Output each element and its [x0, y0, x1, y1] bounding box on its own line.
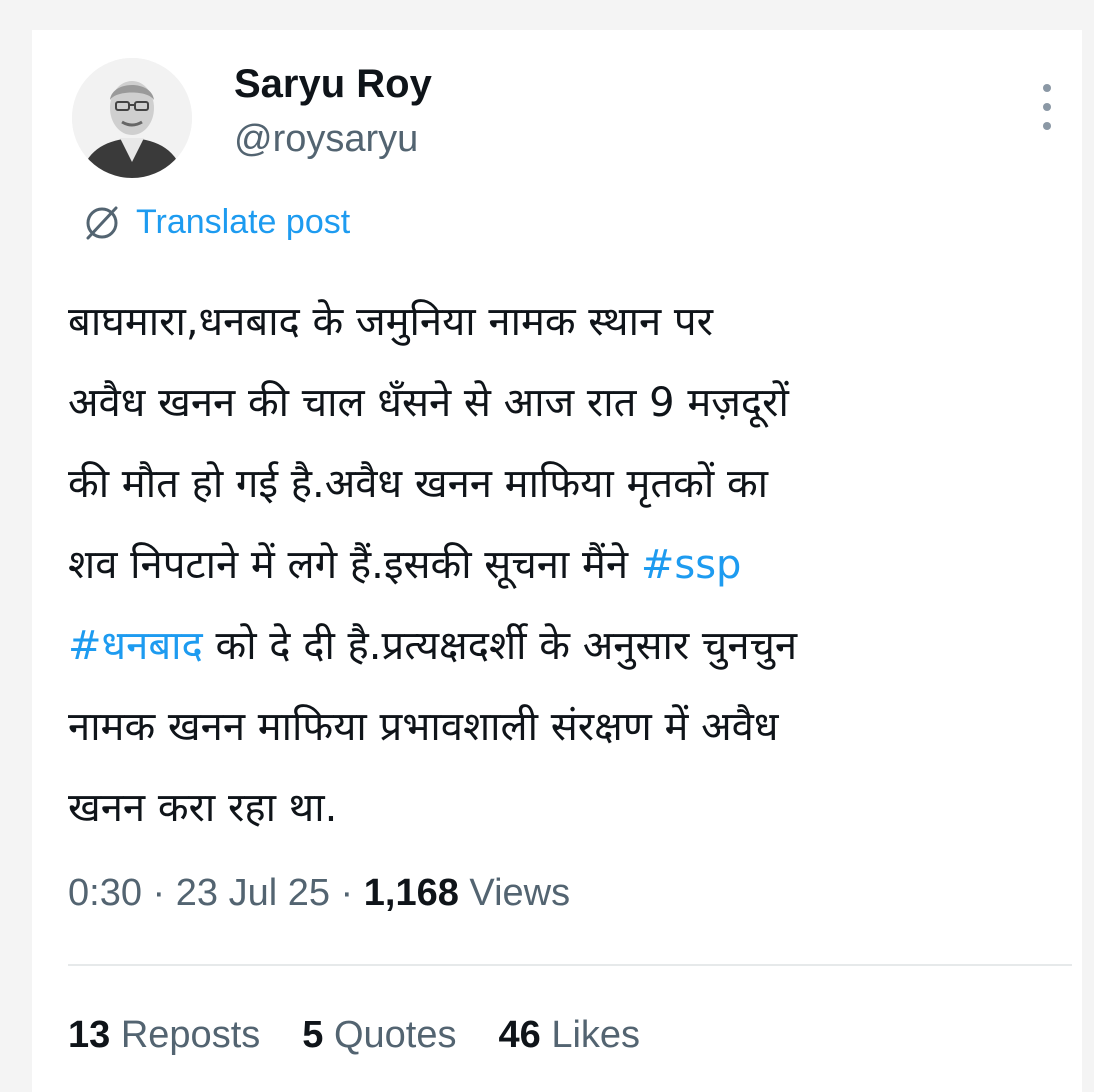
- more-dot-icon: [1043, 84, 1051, 92]
- author-name[interactable]: Saryu Roy: [234, 62, 432, 107]
- tweet-line: बाघमारा,धनबाद के जमुनिया नामक स्थान पर: [68, 299, 713, 345]
- tweet-line: नामक खनन माफिया प्रभावशाली संरक्षण में अ…: [68, 704, 779, 750]
- tweet-line: की मौत हो गई है.अवैध खनन माफिया मृतकों क…: [68, 461, 769, 507]
- reposts-label: Reposts: [120, 1014, 261, 1056]
- tweet-line: खनन करा रहा था.: [68, 785, 338, 831]
- avatar[interactable]: [72, 58, 192, 178]
- hashtag-ssp-link[interactable]: #ssp: [641, 542, 742, 588]
- quotes-count: 5: [302, 1014, 324, 1056]
- likes-count: 46: [498, 1014, 541, 1056]
- reposts-count: 13: [68, 1014, 111, 1056]
- tweet-meta: 0:30 · 23 Jul 25 · 1,168 Views: [68, 872, 570, 915]
- more-options-button[interactable]: [1032, 84, 1062, 130]
- quotes-label: Quotes: [333, 1014, 457, 1056]
- tweet-line: अवैध खनन की चाल धँसने से आज रात 9 मज़दूर…: [68, 380, 789, 426]
- separator-dot: ·: [340, 872, 364, 914]
- translate-post-link[interactable]: Translate post: [82, 200, 350, 244]
- tweet-line: #धनबाद को दे दी है.प्रत्यक्षदर्शी के अनु…: [68, 606, 1068, 687]
- likes-stat[interactable]: 46 Likes: [498, 1014, 640, 1057]
- more-dot-icon: [1043, 122, 1051, 130]
- reposts-stat[interactable]: 13 Reposts: [68, 1014, 260, 1057]
- globe-slash-icon: [86, 206, 118, 240]
- tweet-time[interactable]: 0:30: [68, 872, 142, 914]
- author-handle[interactable]: @roysaryu: [234, 118, 418, 161]
- tweet-line-text: को दे दी है.प्रत्यक्षदर्शी के अनुसार चुन…: [202, 623, 798, 669]
- avatar-portrait: [72, 58, 192, 178]
- engagement-stats: 13 Reposts 5 Quotes 46 Likes: [68, 1014, 640, 1057]
- hashtag-dhanbad-link[interactable]: #धनबाद: [68, 623, 203, 669]
- views-label: Views: [469, 872, 571, 914]
- more-dot-icon: [1043, 103, 1051, 111]
- tweet-line-text: शव निपटाने में लगे हैं.इसकी सूचना मैंने: [68, 542, 641, 588]
- divider: [68, 964, 1072, 966]
- tweet-line: शव निपटाने में लगे हैं.इसकी सूचना मैंने …: [68, 525, 1068, 606]
- tweet-date[interactable]: 23 Jul 25: [176, 872, 330, 914]
- tweet-card: Saryu Roy @roysaryu Translate post बाघमा…: [32, 30, 1082, 1092]
- views-count: 1,168: [363, 872, 459, 914]
- likes-label: Likes: [551, 1014, 641, 1056]
- translate-post-label: Translate post: [136, 202, 351, 241]
- tweet-text: बाघमारा,धनबाद के जमुनिया नामक स्थान पर अ…: [68, 282, 1068, 849]
- quotes-stat[interactable]: 5 Quotes: [302, 1014, 456, 1057]
- separator-dot: ·: [152, 872, 176, 914]
